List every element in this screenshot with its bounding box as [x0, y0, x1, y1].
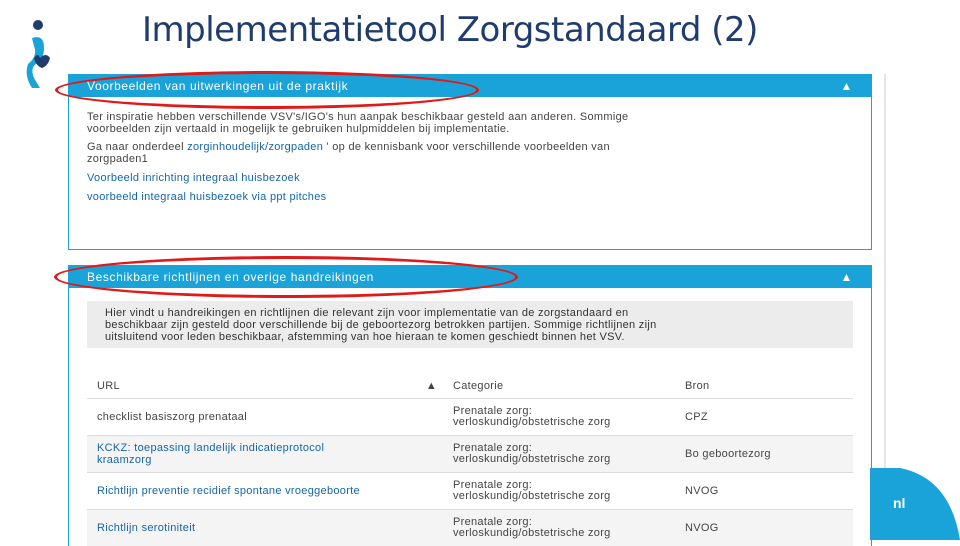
table-row: Richtlijn serotiniteit Prenatale zorg: ve… — [87, 509, 853, 546]
column-header-bron[interactable]: Bron — [681, 380, 853, 392]
guidelines-intro-line: beschikbaar zijn gesteld door verschille… — [105, 319, 657, 331]
row-url-link[interactable]: KCKZ: toepassing landelijk indicatieprot… — [97, 442, 449, 454]
corner-domain-text: nl — [893, 495, 906, 511]
goto-suffix: ' op de kennisbank voor verschillende vo… — [323, 141, 610, 153]
row-url-link-line2[interactable]: kraamzorg — [97, 454, 449, 466]
row-source: NVOG — [685, 522, 719, 534]
chevron-up-icon[interactable]: ▲ — [841, 75, 853, 97]
row-category-line: verloskundig/obstetrische zorg — [453, 527, 611, 539]
table-header-row: URL ▲ Categorie Bron — [87, 374, 853, 398]
corner-decoration — [870, 468, 960, 540]
row-category-line: verloskundig/obstetrische zorg — [453, 490, 611, 502]
examples-intro-line: voorbeelden zijn vertaald in mogelijk te… — [87, 123, 510, 135]
highlight-ellipse-guidelines — [54, 256, 518, 298]
row-source: NVOG — [685, 485, 719, 497]
sort-ascending-icon[interactable]: ▲ — [426, 380, 437, 392]
row-source: Bo geboortezorg — [685, 448, 771, 460]
example-link-huisbezoek[interactable]: Voorbeeld inrichting integraal huisbezoe… — [69, 172, 871, 184]
row-category-line: verloskundig/obstetrische zorg — [453, 453, 611, 465]
goto-prefix: Ga naar onderdeel — [87, 141, 188, 153]
column-header-categorie[interactable]: Categorie — [449, 380, 681, 392]
guidelines-intro: Hier vindt u handreikingen en richtlijne… — [87, 301, 853, 348]
column-header-url[interactable]: URL ▲ — [87, 380, 449, 392]
guidelines-intro-line: uitsluitend voor leden beschikbaar, afst… — [105, 331, 625, 343]
goto-paragraph-line2: zorgpaden1 — [87, 153, 149, 165]
example-link-ppt-pitches[interactable]: voorbeeld integraal huisbezoek via ppt p… — [69, 191, 871, 203]
table-row: checklist basiszorg prenataal Prenatale … — [87, 398, 853, 435]
highlight-ellipse-examples — [55, 71, 479, 109]
examples-intro-line: Ter inspiratie hebben verschillende VSV'… — [87, 111, 629, 123]
goto-paragraph: Ga naar onderdeel zorginhoudelijk/zorgpa… — [69, 141, 871, 153]
table-row: KCKZ: toepassing landelijk indicatieprot… — [87, 435, 853, 472]
row-category-line: verloskundig/obstetrische zorg — [453, 416, 611, 428]
chevron-up-icon[interactable]: ▲ — [841, 266, 853, 288]
guidelines-panel: Beschikbare richtlijnen en overige handr… — [68, 265, 872, 546]
guidelines-table: URL ▲ Categorie Bron checklist basiszorg… — [87, 374, 853, 546]
table-row: Richtlijn preventie recidief spontane vr… — [87, 472, 853, 509]
guidelines-intro-line: Hier vindt u handreikingen en richtlijne… — [105, 307, 629, 319]
row-url[interactable]: checklist basiszorg prenataal — [97, 411, 247, 423]
slide-title: Implementatietool Zorgstandaard (2) — [142, 10, 758, 50]
mother-child-logo-icon — [26, 20, 50, 88]
column-header-url-label: URL — [97, 380, 120, 392]
row-source: CPZ — [685, 411, 708, 423]
row-url-link[interactable]: Richtlijn serotiniteit — [97, 522, 195, 534]
row-url-link[interactable]: Richtlijn preventie recidief spontane vr… — [97, 485, 360, 497]
zorgpaden-link[interactable]: zorginhoudelijk/zorgpaden — [187, 141, 323, 153]
